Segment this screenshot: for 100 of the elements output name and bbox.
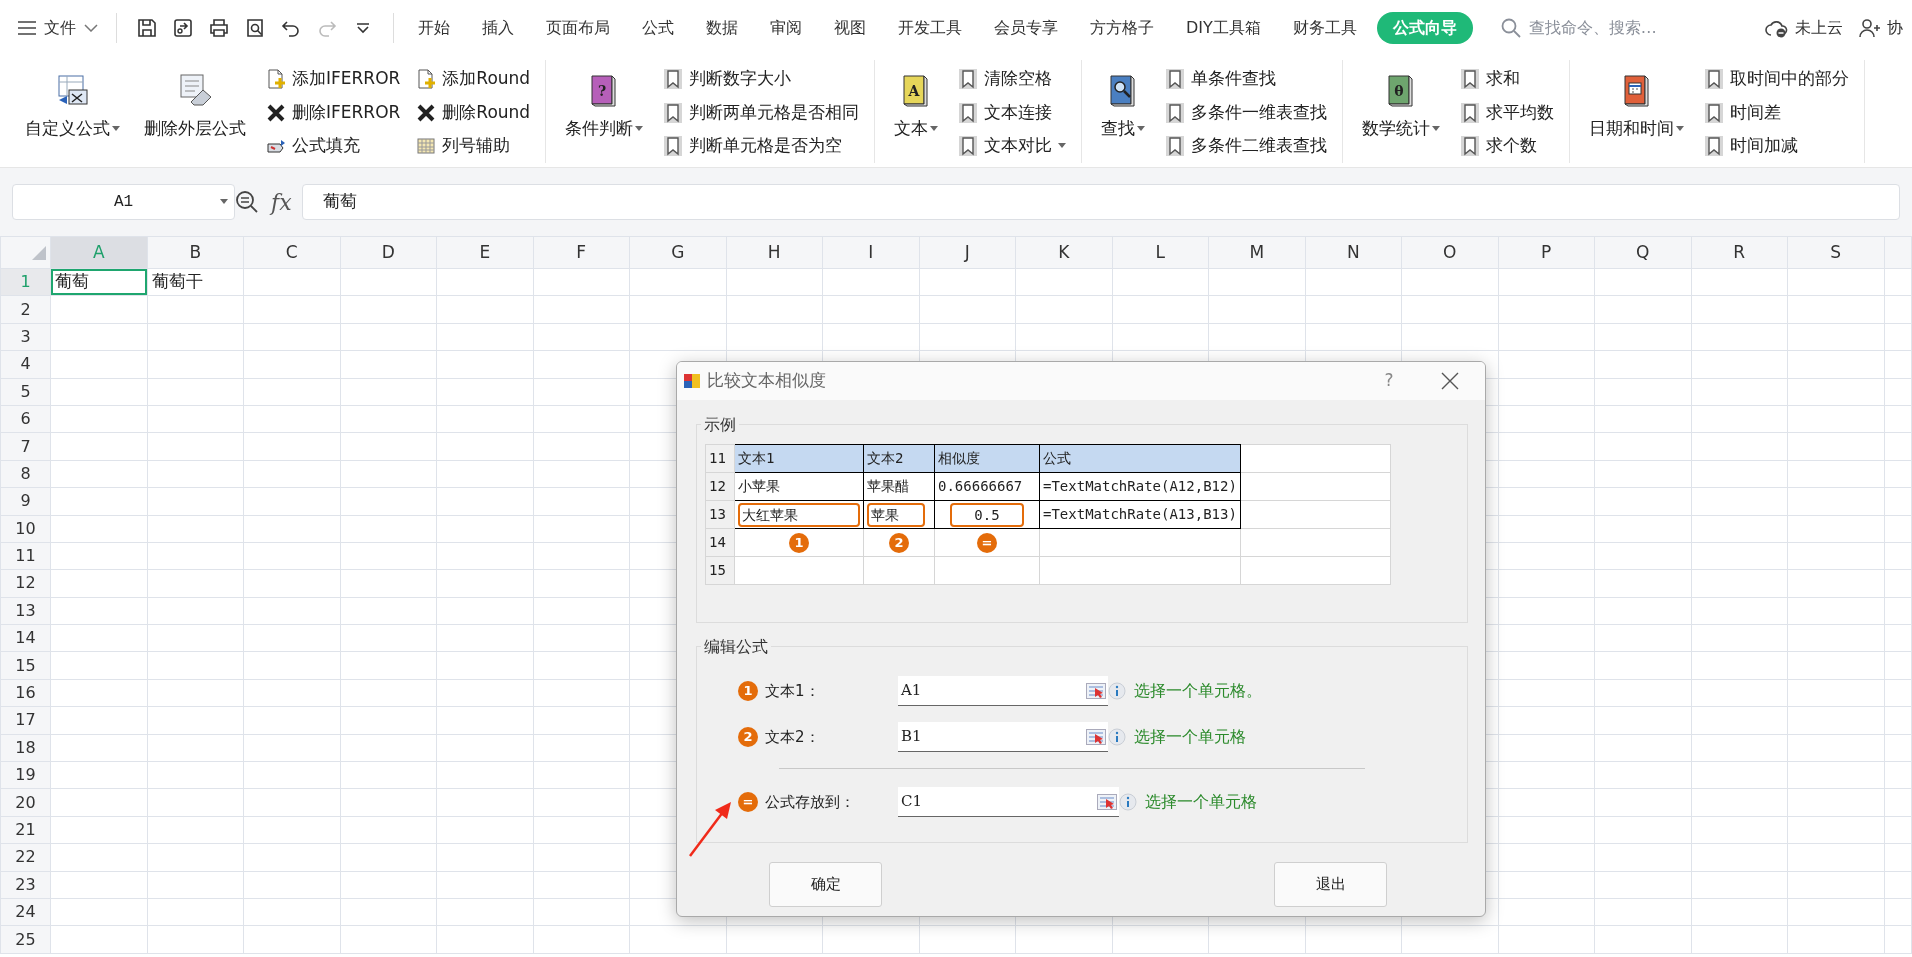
- name-box[interactable]: A1: [12, 184, 235, 220]
- row-header[interactable]: 7: [0, 432, 51, 461]
- ribbon-button[interactable]: 删除Round: [414, 97, 533, 128]
- row-header[interactable]: 17: [0, 706, 51, 735]
- ribbon-button[interactable]: 文本连接: [956, 97, 1069, 128]
- cell-picker-icon[interactable]: [1086, 682, 1106, 699]
- column-header[interactable]: B: [147, 236, 244, 269]
- menu-tab[interactable]: 数据: [694, 12, 750, 44]
- function-label[interactable]: fx: [271, 185, 292, 219]
- column-header[interactable]: D: [340, 236, 437, 269]
- column-header[interactable]: O: [1401, 236, 1498, 269]
- ribbon-button[interactable]: 公式填充: [264, 131, 403, 161]
- row-header[interactable]: 13: [0, 597, 51, 625]
- menu-tab[interactable]: 方方格子: [1078, 12, 1166, 44]
- menu-tab[interactable]: 页面布局: [534, 12, 622, 44]
- search-field[interactable]: 查找命令、搜索…: [1500, 15, 1731, 41]
- ribbon-button[interactable]: ? 条件判断: [559, 60, 650, 163]
- ribbon-button[interactable]: 单条件查找: [1163, 64, 1330, 94]
- cloud-status-button[interactable]: 未上云: [1760, 14, 1847, 42]
- ribbon-button[interactable]: 时间加减: [1702, 131, 1852, 161]
- ribbon-button[interactable]: 查找: [1095, 60, 1152, 163]
- print-icon[interactable]: [209, 18, 229, 38]
- ribbon-button[interactable]: 时间差: [1702, 97, 1852, 128]
- ribbon-button[interactable]: 自定义公式: [19, 60, 126, 163]
- formula-input[interactable]: 葡萄: [301, 184, 1900, 220]
- column-header[interactable]: K: [1015, 236, 1112, 269]
- menu-tab[interactable]: 插入: [470, 12, 526, 44]
- input-field[interactable]: B1: [898, 722, 1108, 752]
- row-header[interactable]: 19: [0, 761, 51, 789]
- column-header[interactable]: L: [1112, 236, 1209, 269]
- row-header[interactable]: 2: [0, 295, 51, 324]
- row-header[interactable]: 24: [0, 898, 51, 926]
- dialog-button[interactable]: 确定: [769, 862, 882, 907]
- ribbon-button[interactable]: θ 数学统计: [1356, 60, 1447, 163]
- column-header[interactable]: N: [1305, 236, 1402, 269]
- ribbon-button[interactable]: 取时间中的部分: [1702, 64, 1852, 94]
- column-header[interactable]: M: [1208, 236, 1305, 269]
- ribbon-button[interactable]: 日期和时间: [1583, 60, 1691, 163]
- row-header[interactable]: 15: [0, 651, 51, 680]
- table-cell[interactable]: 葡萄干: [147, 268, 244, 296]
- column-header[interactable]: Q: [1594, 236, 1691, 269]
- ribbon-button[interactable]: 多条件二维表查找: [1163, 131, 1330, 161]
- row-header[interactable]: 9: [0, 487, 51, 515]
- menu-tab[interactable]: 视图: [822, 12, 878, 44]
- row-header[interactable]: 21: [0, 816, 51, 844]
- menu-tab[interactable]: 开发工具: [886, 12, 974, 44]
- menu-tab[interactable]: DIY工具箱: [1174, 12, 1273, 44]
- row-header[interactable]: 12: [0, 569, 51, 598]
- ribbon-button[interactable]: 删除外层公式: [138, 60, 252, 163]
- column-header[interactable]: S: [1787, 236, 1884, 269]
- input-field[interactable]: C1: [898, 787, 1119, 817]
- ribbon-button[interactable]: 求平均数: [1458, 97, 1557, 128]
- row-header[interactable]: 18: [0, 734, 51, 762]
- ribbon-button[interactable]: 多条件一维表查找: [1163, 97, 1330, 128]
- column-header[interactable]: R: [1691, 236, 1788, 269]
- column-header[interactable]: E: [436, 236, 533, 269]
- ribbon-button[interactable]: 求个数: [1458, 131, 1557, 161]
- column-header[interactable]: H: [726, 236, 823, 269]
- column-header[interactable]: C: [243, 236, 340, 269]
- menu-tab[interactable]: 公式: [630, 12, 686, 44]
- ribbon-button[interactable]: 清除空格: [956, 64, 1069, 94]
- row-header[interactable]: 16: [0, 679, 51, 707]
- menu-tab[interactable]: 财务工具: [1280, 12, 1369, 44]
- input-field[interactable]: A1: [898, 676, 1108, 706]
- row-header[interactable]: 22: [0, 843, 51, 872]
- row-header[interactable]: 3: [0, 323, 51, 351]
- row-header[interactable]: 11: [0, 542, 51, 570]
- row-header[interactable]: 23: [0, 871, 51, 899]
- column-header[interactable]: I: [822, 236, 919, 269]
- column-header[interactable]: F: [533, 236, 630, 269]
- ribbon-button[interactable]: 判断两单元格是否相同: [661, 97, 862, 128]
- collaborate-button[interactable]: 协: [1854, 14, 1907, 42]
- zoom-icon[interactable]: [235, 190, 259, 214]
- row-header[interactable]: 6: [0, 405, 51, 433]
- ribbon-button[interactable]: 判断数字大小: [661, 64, 862, 94]
- row-header[interactable]: 4: [0, 350, 51, 379]
- cell-picker-icon[interactable]: [1086, 728, 1106, 745]
- menu-tab[interactable]: 会员专享: [982, 12, 1070, 44]
- file-menu-button[interactable]: 文件: [12, 12, 104, 44]
- print-preview-icon[interactable]: [245, 18, 265, 38]
- table-cell[interactable]: 葡萄: [50, 268, 147, 296]
- ribbon-button[interactable]: 求和: [1458, 64, 1557, 94]
- help-button[interactable]: ?: [1369, 367, 1409, 395]
- ribbon-button[interactable]: 添加IFERROR: [264, 64, 403, 94]
- export-icon[interactable]: [173, 18, 193, 38]
- row-header[interactable]: 5: [0, 378, 51, 406]
- save-icon[interactable]: [137, 18, 157, 38]
- dialog-button[interactable]: 退出: [1274, 862, 1387, 907]
- column-header[interactable]: P: [1498, 236, 1595, 269]
- row-header[interactable]: 10: [0, 515, 51, 543]
- column-header[interactable]: G: [629, 236, 726, 269]
- ribbon-button[interactable]: 删除IFERROR: [264, 97, 403, 128]
- ribbon-button[interactable]: 判断单元格是否为空: [661, 131, 862, 161]
- row-header[interactable]: 8: [0, 460, 51, 488]
- row-header[interactable]: 25: [0, 925, 51, 954]
- ribbon-button[interactable]: 添加Round: [414, 64, 533, 94]
- row-header[interactable]: 14: [0, 624, 51, 652]
- cell-picker-icon[interactable]: [1097, 793, 1117, 810]
- ribbon-button[interactable]: 列号辅助: [414, 131, 533, 161]
- menu-tab[interactable]: 开始: [406, 12, 462, 44]
